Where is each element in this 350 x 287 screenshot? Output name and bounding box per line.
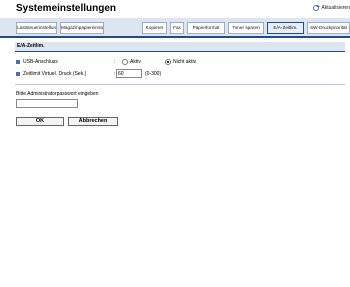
- usb-inactive-label: Nicht aktiv: [173, 59, 197, 65]
- bullet-icon: [16, 72, 20, 76]
- tab-sw-druckprioritaet[interactable]: SW-Druckpriorität: [307, 22, 350, 34]
- ok-button[interactable]: OK: [16, 117, 64, 126]
- tab-kopierer[interactable]: Kopierer: [142, 22, 167, 34]
- refresh-icon: [313, 5, 321, 11]
- page-title: Systemeinstellungen: [16, 3, 117, 14]
- bullet-icon: [16, 60, 20, 64]
- virtual-print-timeout-label: Zeitlimit Virtuel. Druck (Sek.): [23, 71, 87, 77]
- radio-checked-icon[interactable]: [165, 59, 171, 65]
- divider: [15, 84, 345, 85]
- system-settings-page: Systemeinstellungen Aktualisieren Lastst…: [0, 0, 350, 287]
- tab-toner-sparen[interactable]: Toner sparen: [228, 22, 264, 34]
- refresh-label: Aktualisieren: [321, 5, 350, 11]
- usb-active-option[interactable]: Aktiv: [122, 57, 141, 67]
- usb-port-row: USB-Anschluss : Aktiv Nicht aktiv: [15, 57, 345, 67]
- usb-port-label: USB-Anschluss: [23, 59, 58, 65]
- tab-papierformat[interactable]: Papierformat: [187, 22, 225, 34]
- tab-laststeuerinstellung[interactable]: Laststeuerinstellung: [16, 22, 57, 34]
- section-header: E/A-Zeitlim.: [15, 42, 345, 52]
- colon-separator: :: [114, 59, 116, 65]
- usb-active-label: Aktiv: [130, 59, 141, 65]
- timeout-range-hint: (0-300): [145, 71, 162, 77]
- tab-ea-zeitlim[interactable]: E/A-Zeitlim.: [267, 22, 304, 34]
- admin-password-label: Bitte Administratorpasswort eingeben: [16, 91, 99, 97]
- admin-password-input[interactable]: [16, 99, 78, 108]
- virtual-print-timeout-input[interactable]: [116, 69, 142, 78]
- refresh-button[interactable]: Aktualisieren: [313, 5, 350, 11]
- tab-bar: Laststeuerinstellung Magazinpapiereinste…: [0, 18, 350, 38]
- tab-magazinpapiereinstell[interactable]: Magazinpapiereinstell.: [60, 22, 104, 34]
- radio-unchecked-icon[interactable]: [122, 59, 128, 65]
- virtual-print-timeout-row: Zeitlimit Virtuel. Druck (Sek.) : (0-300…: [15, 69, 345, 79]
- usb-inactive-option[interactable]: Nicht aktiv: [165, 57, 196, 67]
- tab-fax[interactable]: Fax: [170, 22, 184, 34]
- cancel-button[interactable]: Abbrechen: [68, 117, 118, 126]
